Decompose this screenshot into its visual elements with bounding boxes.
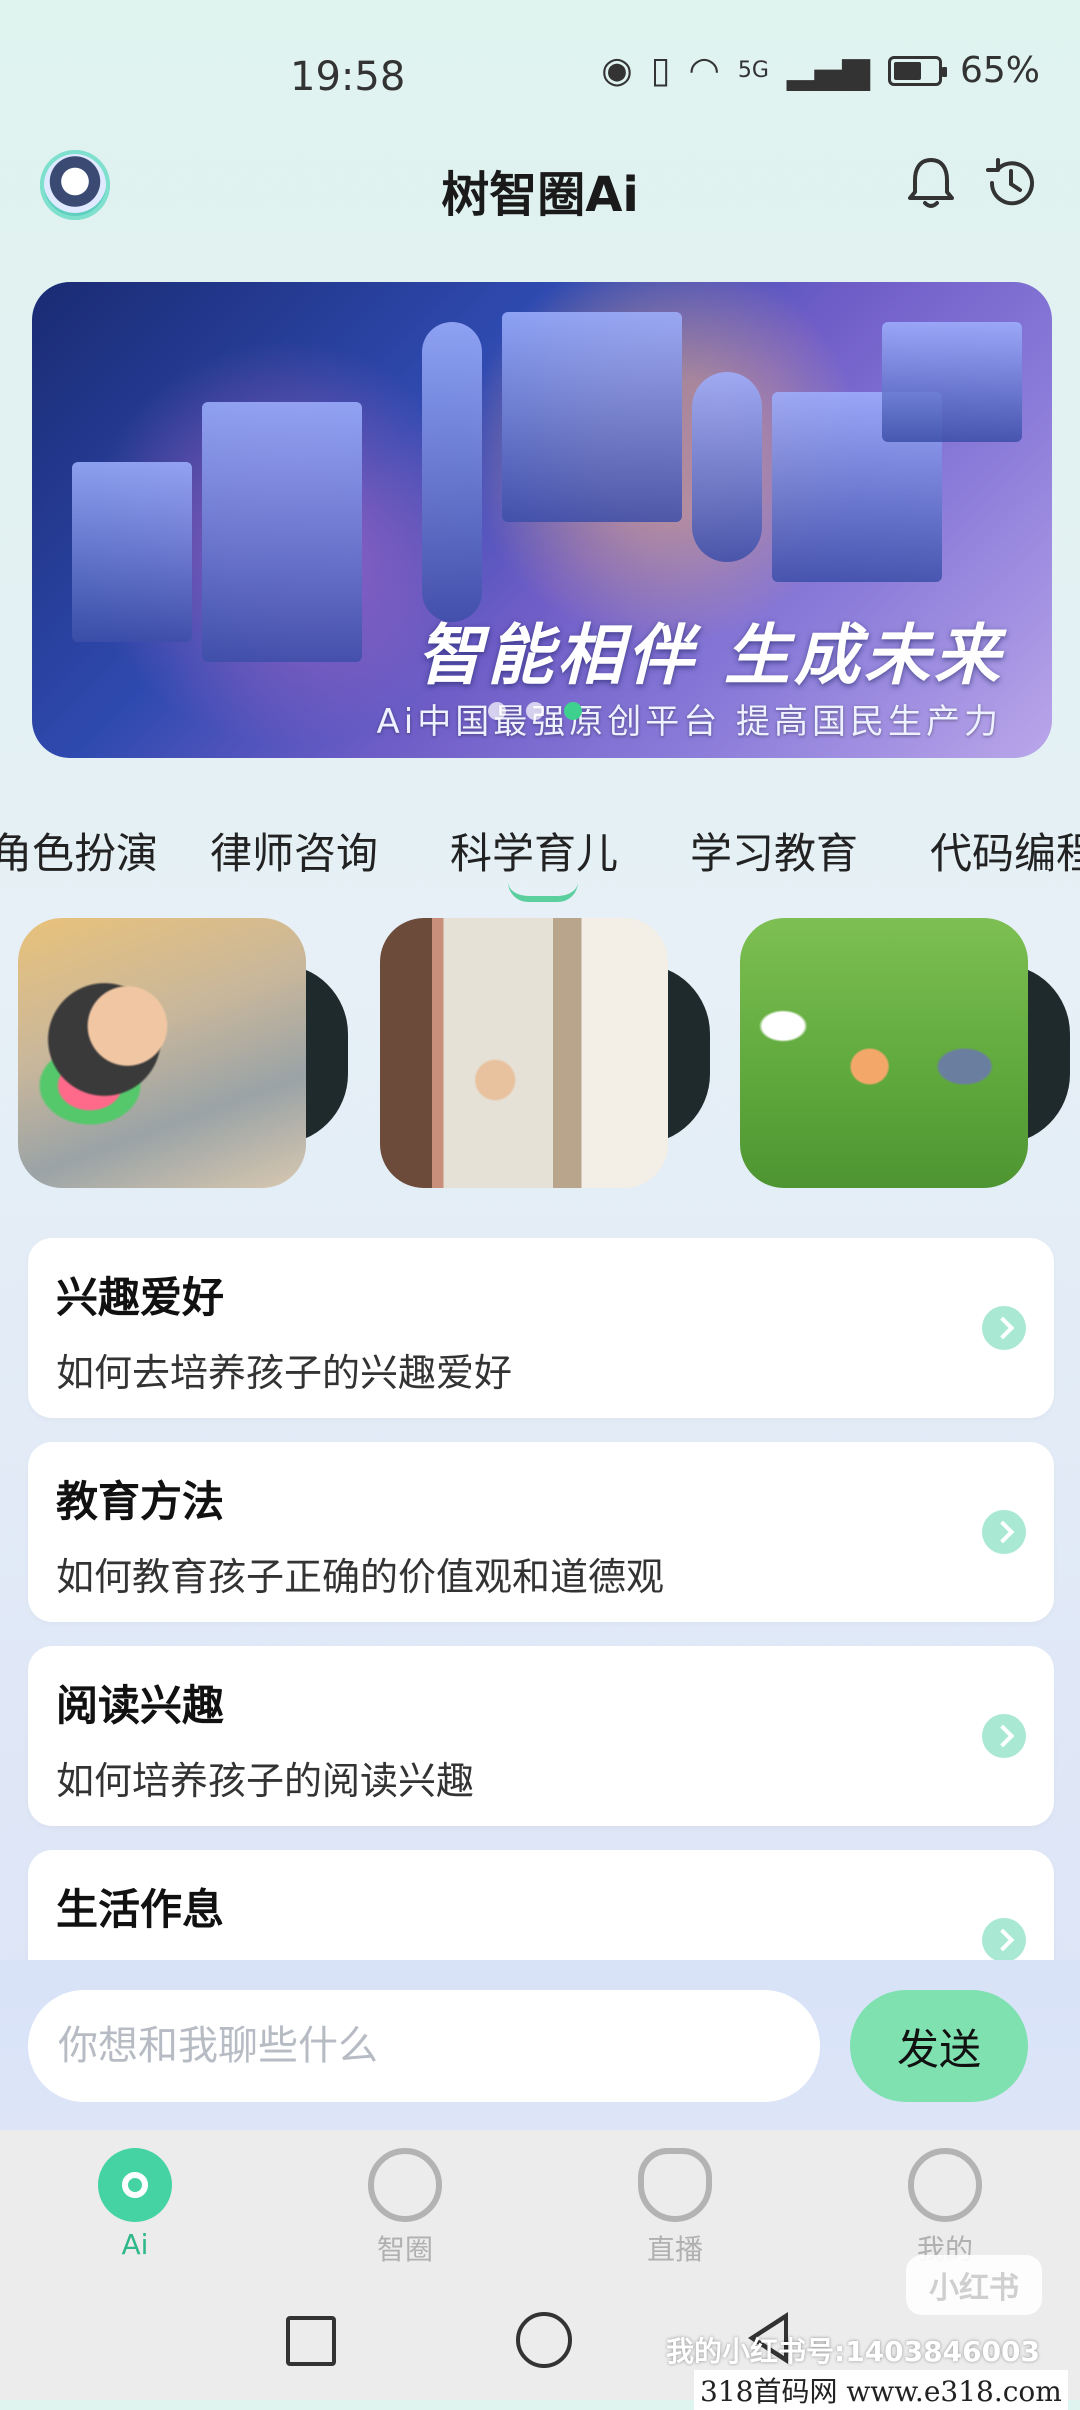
- network-type: 5G: [737, 58, 769, 83]
- topic-title: 阅读兴趣: [56, 1681, 225, 1730]
- tab-science-parenting[interactable]: 科学育儿: [450, 820, 618, 881]
- banner-illustration: [72, 462, 192, 642]
- banner-page-dot: [488, 702, 506, 720]
- tab-code-programming[interactable]: 代码编程: [930, 820, 1080, 881]
- banner-illustration: [202, 402, 362, 662]
- battery-fill: [893, 61, 921, 80]
- nav-zhiquan[interactable]: 智圈: [325, 2148, 485, 2268]
- banner-subtitle: Ai中国最强原创平台 提高国民生产力: [376, 702, 1002, 742]
- wifi-icon: ◠: [688, 50, 720, 91]
- album-card-reading[interactable]: [380, 918, 710, 1188]
- recents-square-icon[interactable]: [286, 2316, 336, 2366]
- nav-label: Ai: [121, 2228, 149, 2261]
- boy-reading-library-image: [380, 918, 668, 1188]
- girl-headphones-image: [18, 918, 306, 1188]
- topic-subtitle: 如何教育孩子正确的价值观和道德观: [56, 1555, 665, 1599]
- banner-page-dot: [526, 702, 544, 720]
- bell-icon[interactable]: [900, 152, 962, 214]
- banner-illustration: [692, 372, 762, 562]
- banner-illustration: [502, 312, 682, 522]
- nav-label: 智圈: [376, 2233, 433, 2266]
- topic-title: 教育方法: [56, 1477, 225, 1526]
- active-tab-indicator: [508, 882, 578, 902]
- nav-label: 直播: [646, 2233, 703, 2266]
- chevron-right-icon: [982, 1510, 1026, 1554]
- profile-circle-icon: [908, 2148, 982, 2222]
- chevron-right-icon: [982, 1306, 1026, 1350]
- eye-icon: ◉: [601, 50, 633, 91]
- tab-study-education[interactable]: 学习教育: [690, 820, 858, 881]
- promo-banner[interactable]: 智能相伴 生成未来 Ai中国最强原创平台 提高国民生产力: [32, 282, 1052, 758]
- banner-page-dot: [564, 702, 582, 720]
- chevron-right-icon: [982, 1714, 1026, 1758]
- banner-illustration: [422, 322, 482, 622]
- topic-subtitle: 如何培养孩子的阅读兴趣: [56, 1759, 475, 1803]
- ai-disc-center: [122, 2172, 148, 2198]
- topic-title: 兴趣爱好: [56, 1273, 225, 1322]
- vibrate-icon: ▯: [650, 50, 671, 91]
- history-icon[interactable]: [980, 152, 1042, 214]
- battery-percent: 65%: [959, 50, 1040, 91]
- ai-disc-icon: [98, 2148, 172, 2222]
- album-card-outdoor[interactable]: [740, 918, 1070, 1188]
- signal-icon: ▂▄▆: [786, 50, 870, 91]
- status-time: 19:58: [290, 54, 406, 100]
- send-button[interactable]: 发送: [850, 1990, 1028, 2102]
- topic-card-reading-interest[interactable]: 阅读兴趣 如何培养孩子的阅读兴趣: [28, 1646, 1054, 1826]
- kids-running-grass-image: [740, 918, 1028, 1188]
- tab-role-play[interactable]: 角色扮演: [0, 820, 158, 881]
- watermark-site: 318首码网 www.e318.com: [694, 2370, 1068, 2410]
- battery-icon: [887, 55, 947, 86]
- nav-ai[interactable]: Ai: [55, 2148, 215, 2261]
- banner-illustration: [882, 322, 1022, 442]
- topic-subtitle: 如何去培养孩子的兴趣爱好: [56, 1351, 513, 1395]
- nav-live[interactable]: 直播: [595, 2148, 755, 2268]
- chat-input[interactable]: [28, 1990, 820, 2102]
- watermark-logo: 小红书: [906, 2255, 1042, 2315]
- home-circle-icon[interactable]: [516, 2312, 572, 2368]
- banner-headline: 智能相伴 生成未来: [417, 617, 1004, 694]
- chart-circle-icon: [368, 2148, 442, 2222]
- topic-card-hobbies[interactable]: 兴趣爱好 如何去培养孩子的兴趣爱好: [28, 1238, 1054, 1418]
- heart-icon: [638, 2148, 712, 2222]
- album-card-music[interactable]: [18, 918, 348, 1188]
- topic-card-education-method[interactable]: 教育方法 如何教育孩子正确的价值观和道德观: [28, 1442, 1054, 1622]
- status-icons: ◉ ▯ ◠ 5G ▂▄▆ 65%: [601, 50, 1040, 91]
- tab-lawyer-consult[interactable]: 律师咨询: [210, 820, 378, 881]
- nav-mine[interactable]: 我的: [865, 2148, 1025, 2268]
- watermark-id: 我的小红书号:1403846003: [666, 2335, 1041, 2368]
- chevron-right-icon: [982, 1918, 1026, 1962]
- topic-title: 生活作息: [56, 1885, 225, 1934]
